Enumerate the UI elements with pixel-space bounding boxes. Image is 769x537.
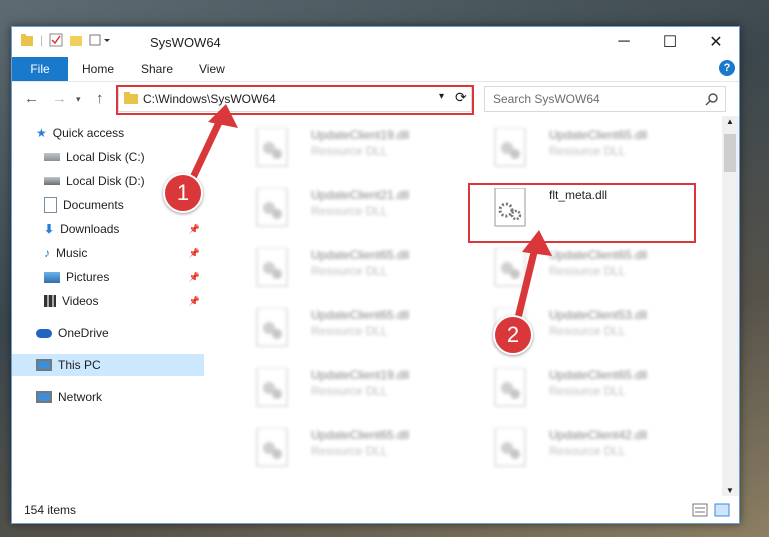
arrow-2: [514, 240, 540, 322]
step-marker-2: 2: [493, 315, 533, 355]
arrow-1: [186, 112, 226, 188]
step-marker-1: 1: [163, 173, 203, 213]
arrow-2-head: [522, 230, 552, 256]
annotation-arrows: [186, 104, 552, 322]
arrow-1-head: [208, 104, 238, 128]
